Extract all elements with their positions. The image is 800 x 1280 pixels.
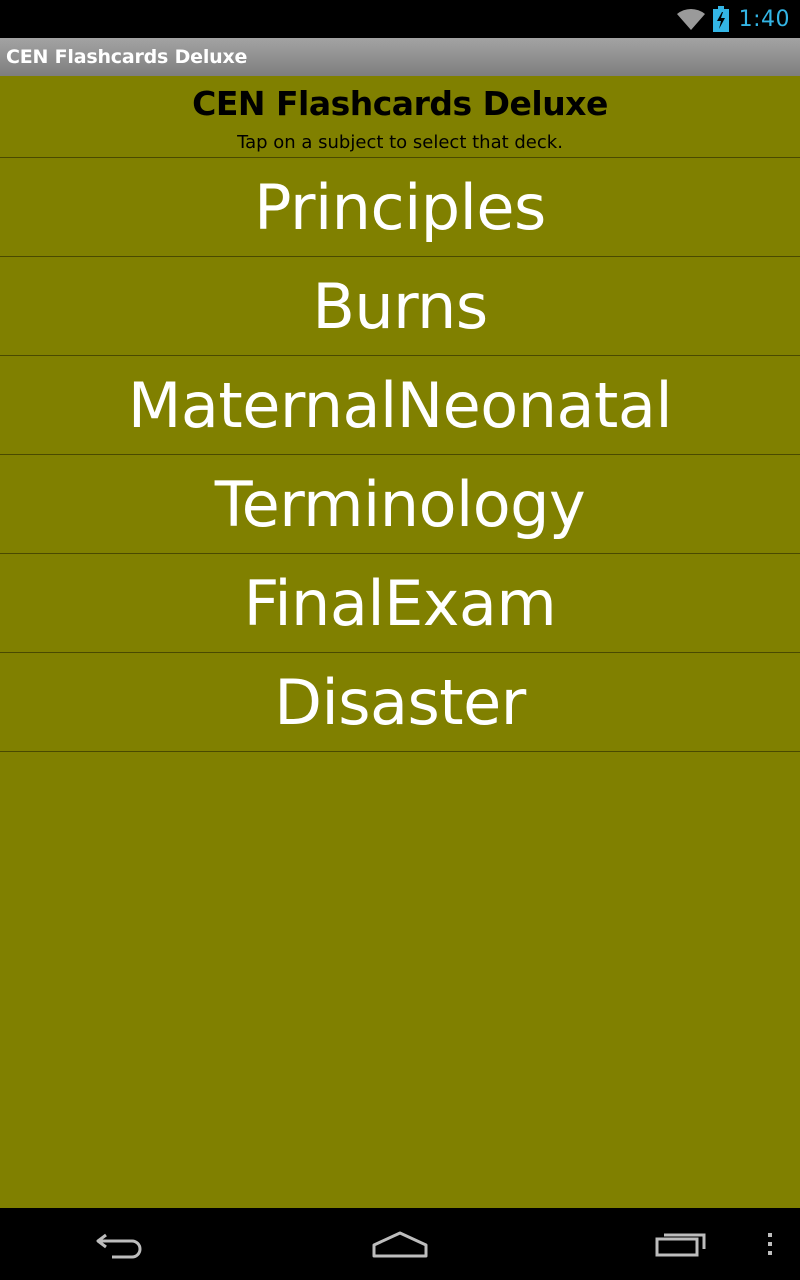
deck-selection-screen: CEN Flashcards Deluxe Tap on a subject t…: [0, 76, 800, 1208]
deck-item-burns[interactable]: Burns: [0, 257, 800, 356]
recents-icon: [655, 1233, 706, 1257]
deck-item-final-exam[interactable]: FinalExam: [0, 554, 800, 653]
deck-item-terminology[interactable]: Terminology: [0, 455, 800, 554]
deck-item-principles[interactable]: Principles: [0, 158, 800, 257]
navigation-bar: [0, 1208, 800, 1280]
wifi-icon: [676, 8, 705, 30]
recents-button[interactable]: [642, 1208, 722, 1280]
page-title: CEN Flashcards Deluxe: [192, 84, 608, 123]
home-button[interactable]: [360, 1208, 440, 1280]
status-icons: 1:40: [675, 0, 790, 38]
screen: 1:40 CEN Flashcards Deluxe CEN Flashcard…: [0, 0, 800, 1280]
overflow-menu-icon: [768, 1233, 772, 1255]
back-button[interactable]: [80, 1208, 160, 1280]
header: CEN Flashcards Deluxe Tap on a subject t…: [0, 76, 800, 158]
deck-item-disaster[interactable]: Disaster: [0, 653, 800, 752]
back-icon: [96, 1233, 142, 1259]
battery-charging-icon: [712, 6, 729, 32]
home-icon: [372, 1231, 428, 1258]
app-title-bar: CEN Flashcards Deluxe: [0, 38, 800, 76]
deck-item-maternal-neonatal[interactable]: MaternalNeonatal: [0, 356, 800, 455]
status-clock: 1:40: [738, 6, 790, 32]
app-title: CEN Flashcards Deluxe: [6, 46, 248, 68]
page-instructions: Tap on a subject to select that deck.: [237, 132, 563, 153]
overflow-menu-button[interactable]: [750, 1208, 790, 1280]
deck-list: Principles Burns MaternalNeonatal Termin…: [0, 158, 800, 752]
status-bar: 1:40: [0, 0, 800, 38]
